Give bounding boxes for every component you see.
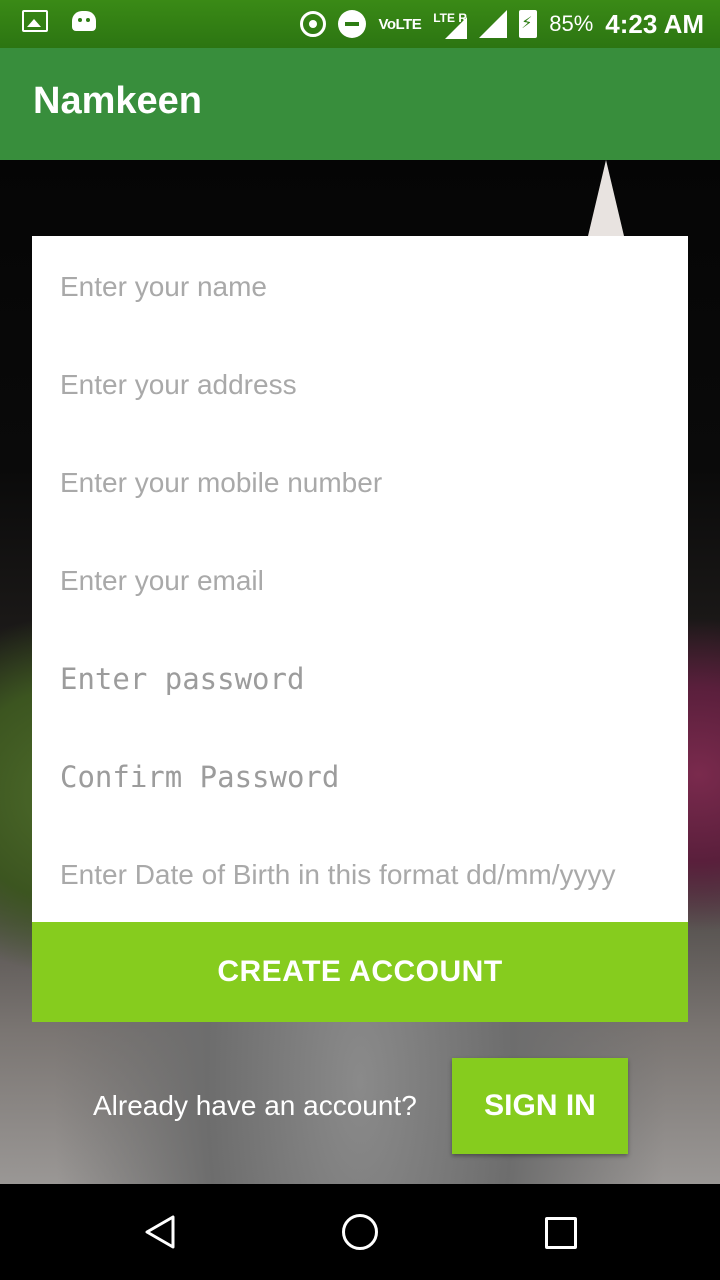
back-icon[interactable] — [143, 1214, 179, 1250]
image-icon — [22, 10, 48, 32]
home-icon[interactable] — [342, 1214, 378, 1250]
mobile-field[interactable] — [60, 453, 662, 513]
do-not-disturb-icon — [338, 10, 367, 38]
name-field[interactable] — [60, 257, 662, 317]
status-bar: VoLTE LTE R 85% 4:23 AM — [0, 0, 720, 48]
battery-charging-icon — [519, 10, 538, 38]
signup-form — [32, 236, 688, 922]
recent-apps-icon[interactable] — [545, 1217, 577, 1249]
background-party-hat — [588, 160, 624, 236]
email-field[interactable] — [60, 551, 662, 611]
confirm-password-field[interactable] — [60, 747, 662, 807]
hotspot-icon — [300, 11, 327, 37]
battery-percent: 85% — [549, 11, 594, 36]
app-bar: Namkeen — [0, 48, 720, 160]
volte-label: VoLTE — [378, 15, 422, 33]
android-icon — [72, 11, 96, 31]
address-field[interactable] — [60, 355, 662, 415]
sign-in-button[interactable]: SIGN IN — [452, 1058, 628, 1154]
already-have-account-text: Already have an account? — [93, 1090, 417, 1121]
signal-icon — [479, 10, 508, 38]
create-account-button[interactable]: CREATE ACCOUNT — [32, 922, 688, 1022]
password-field[interactable] — [60, 649, 662, 709]
lte-signal-icon: LTE R — [433, 9, 468, 39]
dob-field[interactable] — [60, 845, 662, 905]
clock: 4:23 AM — [605, 8, 704, 39]
navigation-bar — [0, 1184, 720, 1280]
app-title: Namkeen — [33, 80, 202, 122]
